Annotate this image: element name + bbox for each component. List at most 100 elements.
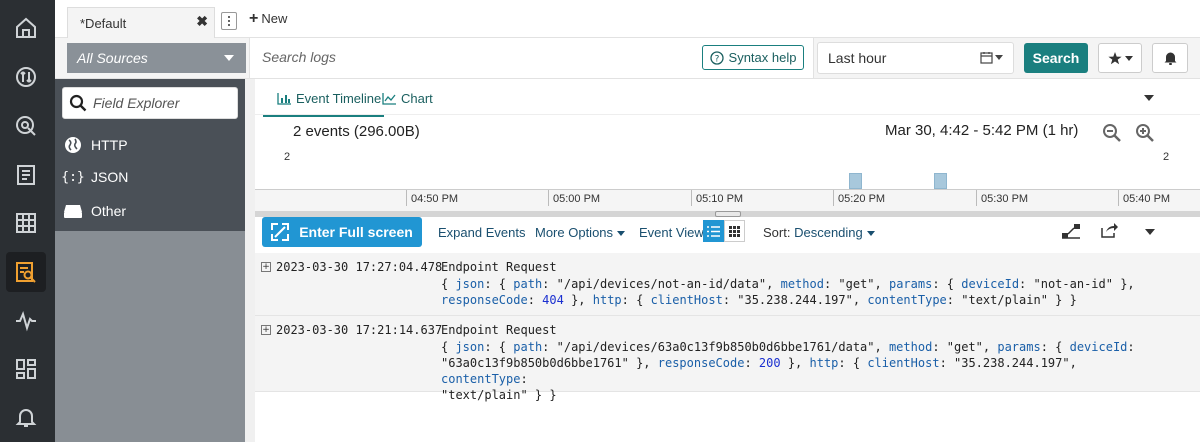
tick-label: 04:50 PM bbox=[411, 193, 459, 205]
field-explorer-panel: Field Explorer HTTP {:} JSON Other bbox=[55, 79, 245, 442]
bell-alerts-icon[interactable] bbox=[6, 397, 46, 437]
time-range-select[interactable]: Last hour bbox=[817, 42, 1014, 74]
drive-icon bbox=[63, 203, 83, 219]
event-body-line: { json: { path: "/api/devices/63a0c13f9b… bbox=[441, 340, 1135, 354]
caret-down-icon bbox=[617, 231, 626, 237]
tick-label: 05:10 PM bbox=[696, 193, 744, 205]
timeline-icon bbox=[277, 92, 291, 105]
svg-text:?: ? bbox=[714, 54, 719, 64]
field-explorer-placeholder: Field Explorer bbox=[93, 95, 180, 111]
log-search-icon[interactable] bbox=[6, 252, 46, 292]
table-row[interactable]: + 2023-03-30 17:27:04.478 Endpoint Reque… bbox=[255, 253, 1200, 316]
new-tab-button[interactable]: + New bbox=[249, 9, 288, 27]
event-body: { json: { path: "/api/devices/63a0c13f9b… bbox=[441, 339, 1161, 403]
field-group-http[interactable]: HTTP bbox=[63, 136, 128, 154]
event-body-line: responseCode: 404 }, http: { clientHost:… bbox=[441, 293, 1077, 307]
field-group-label: JSON bbox=[91, 169, 129, 185]
grid-view-icon[interactable] bbox=[724, 220, 745, 242]
app-root: *Default ✖ + New All Sources ? Syntax he… bbox=[0, 0, 1200, 442]
search-logs-input[interactable] bbox=[262, 49, 682, 65]
star-icon bbox=[1107, 51, 1122, 64]
chevron-down-icon[interactable] bbox=[1145, 229, 1155, 235]
bell-icon bbox=[1164, 52, 1176, 65]
json-braces-icon: {:} bbox=[61, 169, 85, 185]
grid-table-icon[interactable] bbox=[6, 203, 46, 243]
search-icon bbox=[69, 94, 87, 112]
share-icon[interactable] bbox=[1101, 222, 1119, 238]
tab-default[interactable]: *Default ✖ bbox=[67, 7, 215, 38]
viz-tabs: Event Timeline Chart bbox=[255, 79, 1200, 117]
document-list-icon[interactable] bbox=[6, 155, 46, 195]
globe-icon bbox=[63, 136, 83, 154]
tab-event-timeline[interactable]: Event Timeline bbox=[262, 91, 385, 117]
sort-value: Descending bbox=[794, 225, 863, 240]
tab-chart[interactable]: Chart bbox=[382, 91, 433, 106]
sort-dropdown[interactable]: Sort: Descending bbox=[763, 225, 875, 240]
caret-down-icon bbox=[1124, 55, 1133, 61]
target-pointer-icon[interactable] bbox=[6, 106, 46, 146]
tab-label: Event Timeline bbox=[296, 91, 382, 106]
event-body-line: { json: { path: "/api/devices/not-an-id/… bbox=[441, 277, 1135, 291]
y-axis-right-value: 2 bbox=[1163, 151, 1170, 163]
expand-icon bbox=[271, 223, 290, 241]
left-nav-rail bbox=[0, 0, 55, 442]
expand-row-icon[interactable]: + bbox=[261, 262, 271, 272]
tick-label: 05:20 PM bbox=[838, 193, 886, 205]
tab-label: *Default bbox=[80, 15, 127, 31]
close-icon[interactable]: ✖ bbox=[196, 13, 208, 30]
expand-row-icon[interactable]: + bbox=[261, 325, 271, 335]
event-count: 2 events (296.00B) bbox=[293, 123, 420, 140]
panel-divider[interactable] bbox=[245, 79, 255, 442]
view-toggle bbox=[703, 220, 745, 242]
dashboard-icon[interactable] bbox=[6, 349, 46, 389]
caret-down-icon bbox=[995, 55, 1003, 60]
favorites-button[interactable] bbox=[1098, 43, 1142, 73]
search-toolbar: All Sources ? Syntax help Last hour Sear… bbox=[55, 38, 1200, 79]
help-circle-icon: ? bbox=[709, 50, 724, 65]
home-icon[interactable] bbox=[6, 8, 46, 48]
event-timestamp: 2023-03-30 17:21:14.637 bbox=[276, 323, 443, 337]
search-button[interactable]: Search bbox=[1024, 43, 1088, 73]
event-list: + 2023-03-30 17:27:04.478 Endpoint Reque… bbox=[255, 253, 1200, 442]
tick-label: 05:00 PM bbox=[553, 193, 601, 205]
field-group-label: HTTP bbox=[91, 137, 128, 153]
sync-arrows-icon[interactable] bbox=[6, 57, 46, 97]
tick-label: 05:30 PM bbox=[981, 193, 1029, 205]
results-area: Event Timeline Chart 2 events (296.00B) … bbox=[255, 79, 1200, 442]
field-explorer-header: Field Explorer HTTP {:} JSON Other bbox=[55, 79, 245, 231]
field-explorer-search[interactable]: Field Explorer bbox=[62, 87, 238, 119]
enter-full-screen-button[interactable]: Enter Full screen bbox=[262, 217, 422, 247]
collapse-viz-icon[interactable] bbox=[1144, 95, 1154, 101]
syntax-help-button[interactable]: ? Syntax help bbox=[702, 45, 804, 70]
more-options-dropdown[interactable]: More Options bbox=[535, 225, 626, 240]
event-message: Endpoint Request bbox=[441, 260, 557, 274]
pulse-activity-icon[interactable] bbox=[6, 301, 46, 341]
zoom-out-icon[interactable] bbox=[1102, 123, 1122, 143]
event-body-line: "text/plain" } } bbox=[441, 388, 557, 402]
field-group-json[interactable]: {:} JSON bbox=[61, 169, 129, 185]
calendar-icon bbox=[980, 52, 993, 64]
sort-prefix: Sort: bbox=[763, 225, 791, 240]
timeline-axis[interactable]: 04:50 PM 05:00 PM 05:10 PM 05:20 PM 05:3… bbox=[255, 189, 1200, 211]
time-range-label: Mar 30, 4:42 - 5:42 PM (1 hr) bbox=[885, 122, 1079, 139]
event-message: Endpoint Request bbox=[441, 323, 557, 337]
tick-label: 05:40 PM bbox=[1123, 193, 1171, 205]
histogram-bar[interactable] bbox=[849, 173, 862, 189]
time-range-value: Last hour bbox=[828, 50, 887, 66]
plus-icon: + bbox=[249, 9, 259, 27]
event-view-label: Event View bbox=[639, 225, 704, 240]
field-group-other[interactable]: Other bbox=[63, 203, 126, 219]
expand-events-button[interactable]: Expand Events bbox=[438, 225, 525, 240]
tab-label: Chart bbox=[401, 91, 433, 106]
histogram-bar[interactable] bbox=[934, 173, 947, 189]
tab-menu-icon[interactable] bbox=[221, 12, 237, 30]
new-tab-label: New bbox=[261, 11, 288, 26]
table-row[interactable]: + 2023-03-30 17:21:14.637 Endpoint Reque… bbox=[255, 316, 1200, 402]
zoom-in-icon[interactable] bbox=[1135, 123, 1155, 143]
network-share-icon[interactable] bbox=[1060, 222, 1082, 240]
list-view-icon[interactable] bbox=[703, 220, 724, 242]
more-options-label: More Options bbox=[535, 225, 614, 240]
event-timestamp: 2023-03-30 17:27:04.478 bbox=[276, 260, 443, 274]
sources-dropdown[interactable]: All Sources bbox=[67, 43, 246, 73]
notifications-button[interactable] bbox=[1152, 43, 1188, 73]
